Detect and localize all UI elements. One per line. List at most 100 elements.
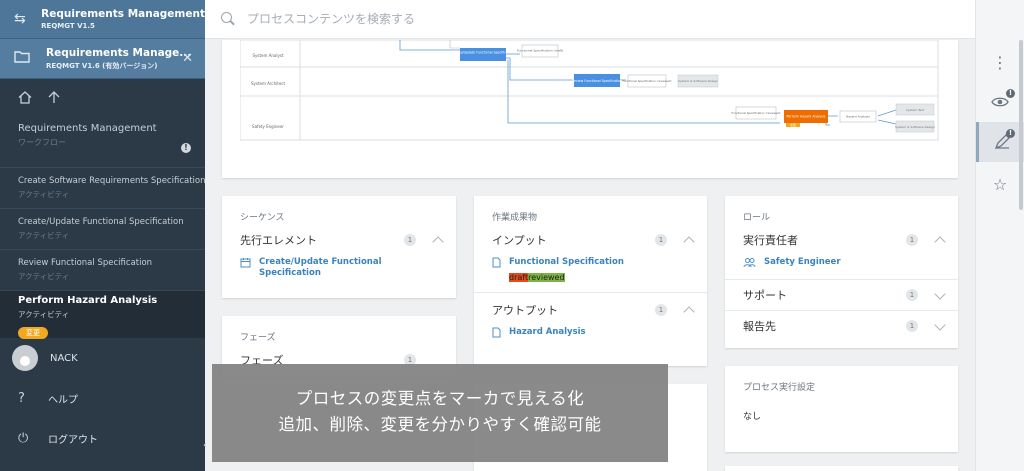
diagram-node-label: System & Software Design	[678, 79, 718, 83]
card-heading: ロール	[743, 213, 771, 223]
roles-card: ロール 実行責任者 1 Safety Engineer サポート 1 報告先 1	[725, 196, 958, 348]
row-label: 先行エレメント	[240, 234, 317, 247]
close-icon[interactable]: ✕	[182, 51, 193, 66]
work-products-card: 作業成果物 インプット 1 Functional Specification d…	[474, 196, 707, 366]
activity-item-selected[interactable]: Perform Hazard Analysis アクティビティ 変更	[0, 290, 205, 339]
diagram-node-label: Review Functional Specification	[572, 79, 622, 83]
chevron-up-icon[interactable]	[934, 236, 946, 248]
row-label: 報告先	[743, 320, 776, 333]
right-rail: ⋮ ! ! ☆	[975, 0, 1024, 471]
item-link[interactable]: Functional Specification	[509, 257, 624, 268]
workflow-title: Requirements Management	[18, 123, 157, 134]
swap-arrows-icon: ⇆	[14, 11, 26, 27]
sequence-card: シーケンス 先行エレメント 1 Create/Update Functional…	[222, 196, 456, 298]
responsible-row[interactable]: 実行責任者 1	[725, 223, 958, 257]
edit-icon[interactable]: !	[976, 122, 1024, 162]
diagram-node-label: Functional Specification (draft)	[517, 49, 563, 53]
activity-item[interactable]: Create/Update Functional Specification ア…	[0, 208, 205, 249]
count-badge: 1	[906, 289, 918, 301]
card-heading: 作業成果物	[492, 213, 538, 223]
predecessor-row[interactable]: 先行エレメント 1	[222, 223, 456, 257]
item-link[interactable]: Safety Engineer	[764, 257, 841, 268]
row-label: アウトプット	[492, 304, 558, 317]
support-row[interactable]: サポート 1	[725, 280, 958, 310]
help-icon: ?	[18, 390, 25, 406]
row-label: インプット	[492, 234, 547, 247]
diagram-canvas: System Analyst System Architect Safety E…	[240, 40, 939, 141]
activity-title: Create/Update Functional Specification	[18, 217, 184, 227]
help-link[interactable]: ? ヘルプ	[0, 378, 205, 418]
workflow-item[interactable]: Requirements Management ワークフロー !	[0, 119, 205, 167]
changed-badge: 変更	[18, 327, 48, 339]
list-item[interactable]: Safety Engineer	[725, 257, 958, 279]
project-item-v16[interactable]: Requirements Manage... REQMGT V1.6 (有効バー…	[0, 39, 205, 79]
chevron-up-icon[interactable]	[683, 306, 695, 318]
row-label: 実行責任者	[743, 234, 798, 247]
calendar-icon	[240, 257, 251, 270]
activity-type: アクティビティ	[18, 272, 70, 281]
list-item[interactable]: Create/Update Functional Specification	[222, 257, 456, 279]
star-icon[interactable]: ☆	[976, 164, 1024, 204]
input-row[interactable]: インプット 1	[474, 223, 707, 257]
logout-label: ログアウト	[48, 434, 98, 446]
caption-line: 追加、削除、変更を分かりやすく確認可能	[278, 415, 602, 434]
diff-deleted: draft	[509, 273, 529, 282]
avatar	[12, 345, 38, 371]
project-item-v15[interactable]: ⇆ Requirements Management REQMGT V1.5	[0, 0, 205, 39]
power-icon: ⏻	[18, 430, 29, 446]
project-version: REQMGT V1.5	[41, 22, 95, 30]
caption-line: プロセスの変更点をマーカで見える化	[295, 389, 585, 408]
search-icon	[221, 12, 235, 26]
user-menu[interactable]: NACK	[0, 338, 205, 378]
workflow-type: ワークフロー	[18, 138, 66, 147]
document-icon	[492, 257, 501, 270]
more-menu-icon[interactable]: ⋮	[976, 42, 1024, 82]
help-label: ヘルプ	[48, 394, 78, 406]
report-row[interactable]: 報告先 1	[725, 311, 958, 341]
chevron-up-icon[interactable]	[432, 236, 444, 248]
folder-icon	[14, 50, 34, 67]
activity-item[interactable]: Create Software Requirements Specificati…	[0, 167, 205, 208]
item-link[interactable]: Create/Update Functional Specification	[259, 257, 438, 279]
activity-title: Create Software Requirements Specificati…	[18, 176, 205, 186]
chevron-up-icon[interactable]	[683, 236, 695, 248]
process-diagram: System Analyst System Architect Safety E…	[222, 40, 958, 178]
diagram-node-label: Hazard Analysis	[846, 115, 870, 119]
sidebar: ⇆ Requirements Management REQMGT V1.5 Re…	[0, 0, 205, 471]
home-icon[interactable]	[18, 90, 32, 108]
count-badge: 1	[404, 234, 416, 246]
exec-value: なし	[743, 412, 762, 422]
warning-icon: !	[181, 143, 191, 153]
card-heading: シーケンス	[240, 213, 285, 223]
count-badge: 1	[906, 234, 918, 246]
people-icon	[743, 257, 756, 270]
scrollbar[interactable]	[1019, 40, 1023, 210]
activity-type: アクティビティ	[18, 231, 70, 240]
list-item[interactable]: Hazard Analysis	[474, 327, 707, 340]
activity-type: アクティビティ	[18, 310, 70, 319]
list-item[interactable]: Functional Specification draftreviewed	[474, 257, 707, 283]
diagram-node-label: Functional Specification (reviewed)	[622, 79, 671, 83]
diff-added: reviewed	[528, 273, 565, 282]
chevron-down-icon[interactable]	[934, 319, 946, 331]
search-input[interactable]	[247, 12, 747, 26]
lane-label: System Architect	[251, 81, 286, 86]
chevron-down-icon[interactable]	[934, 288, 946, 300]
activity-item[interactable]: Review Functional Specification アクティビティ	[0, 249, 205, 290]
diagram-changed-label: 変更	[790, 123, 796, 127]
logout-link[interactable]: ⏻ ログアウト	[0, 418, 205, 458]
content-card	[725, 466, 958, 471]
diagram-node-label: System Test	[906, 108, 925, 112]
activity-title: Review Functional Specification	[18, 258, 153, 268]
diagram-node-label: Perform Hazard Analysis	[787, 115, 826, 119]
item-link[interactable]: Hazard Analysis	[509, 327, 586, 338]
card-heading: プロセス実行設定	[743, 383, 816, 393]
caption-overlay: プロセスの変更点をマーカで見える化 追加、削除、変更を分かりやすく確認可能	[212, 364, 668, 462]
collapse-sidebar-icon[interactable]: ‹	[203, 440, 212, 454]
row-label: サポート	[743, 289, 787, 302]
eye-icon[interactable]: !	[976, 82, 1024, 122]
search-bar	[205, 0, 975, 39]
output-row[interactable]: アウトプット 1	[474, 293, 707, 327]
diagram-node-label: Functional Specification (reviewed)	[731, 111, 780, 115]
arrow-up-icon[interactable]	[48, 90, 60, 108]
